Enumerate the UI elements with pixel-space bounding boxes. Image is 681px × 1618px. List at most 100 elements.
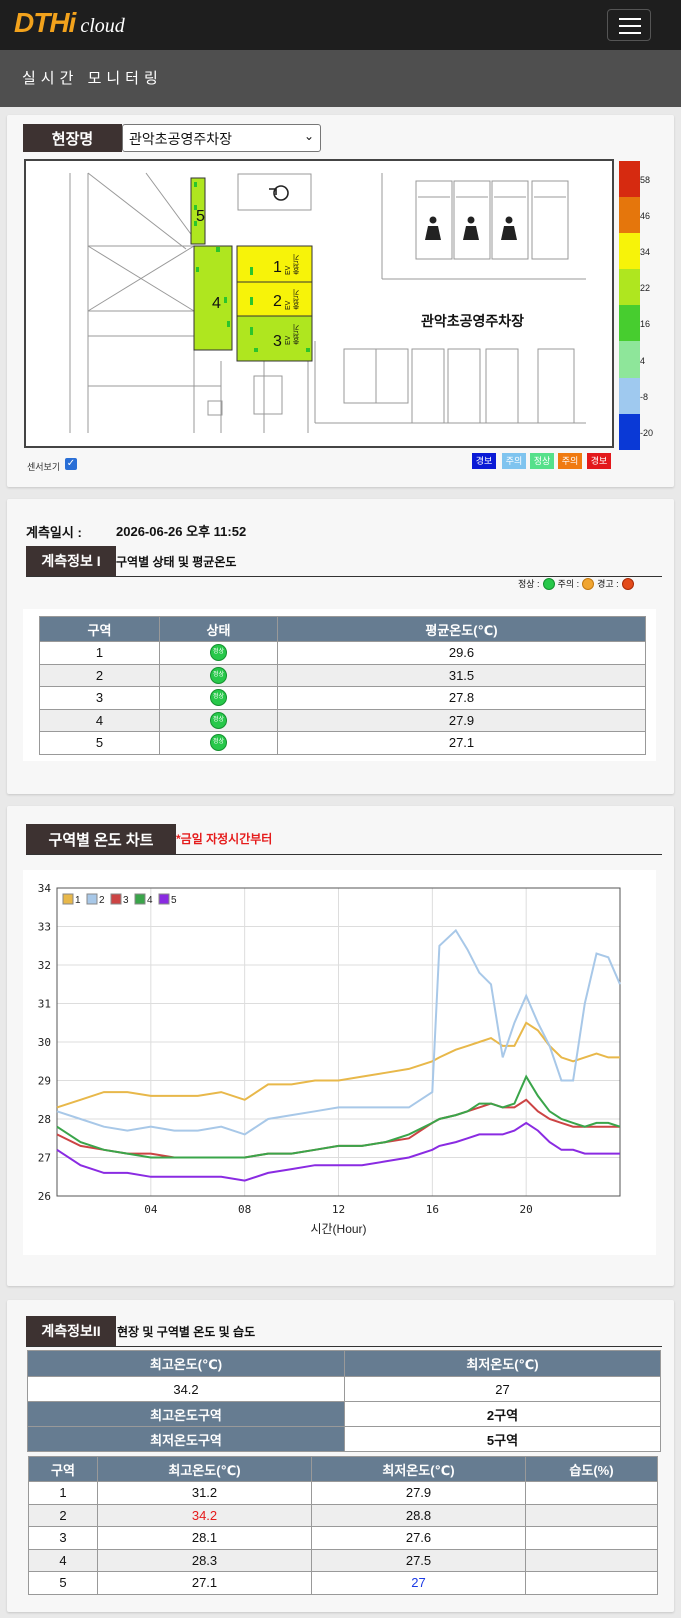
y-tick-label: 28	[38, 1113, 51, 1126]
site-label: 현장명	[23, 124, 122, 152]
scale-label: 16	[640, 319, 651, 329]
legend-label-1: 1	[75, 895, 81, 906]
normal-status-icon	[542, 577, 555, 590]
page-title: 실시간 모니터링	[22, 70, 163, 87]
scale-label: 46	[640, 211, 651, 221]
y-tick-label: 32	[38, 959, 51, 972]
legend-label-5: 5	[171, 895, 177, 906]
ev-charger-label-3: EV 충전기	[285, 324, 300, 345]
hamburger-icon	[619, 18, 641, 20]
info1-section-title: 구역별 상태 및 평균온도	[116, 555, 237, 569]
restroom-icons	[425, 216, 517, 240]
chart-section-label: 구역별 온도 차트	[26, 824, 176, 854]
column-header: 구역	[28, 1456, 98, 1482]
legend-label-4: 4	[147, 895, 153, 906]
normal-status-icon: 정상	[210, 666, 227, 684]
page-header: 실시간 모니터링	[0, 50, 681, 107]
legend-caution-high: 주의	[558, 453, 582, 469]
sensor-toggle-checkbox[interactable]: ✓	[65, 458, 77, 470]
table-row: 1 31.2 27.9	[28, 1481, 658, 1505]
min-temp-value: 27	[344, 1376, 661, 1402]
column-header: 상태	[159, 616, 278, 642]
normal-status-icon: 정상	[210, 644, 227, 662]
y-tick-label: 30	[38, 1036, 51, 1049]
scale-label: 22	[640, 283, 651, 293]
timestamp-value: 2026-06-26 오후 11:52	[116, 524, 247, 539]
x-axis-label: 시간(Hour)	[310, 1222, 366, 1236]
legend-normal: 정상	[530, 453, 554, 469]
legend-alarm-high: 경보	[587, 453, 611, 469]
legend-alarm-low: 경보	[472, 453, 496, 469]
info2-section-label: 계측정보II	[26, 1316, 116, 1346]
table-row: 4 28.3 27.5	[28, 1548, 658, 1572]
normal-status-icon: 정상	[210, 689, 227, 707]
legend-caution-low: 주의	[502, 453, 526, 469]
y-tick-label: 33	[38, 921, 51, 934]
temperature-scale	[619, 161, 640, 450]
sensor-toggle-label: 센서보기	[27, 462, 61, 472]
ev-charger-label-1: EV 충전기	[285, 254, 300, 275]
legend-swatch-5	[158, 893, 170, 905]
zone-temp-humidity-table: 구역 최고온도(℃) 최저온도(℃) 습도(%) 1 31.2 27.9 2 34.2…	[28, 1456, 658, 1595]
info2-section-title: 현장 및 구역별 온도 및 습도	[117, 1325, 256, 1339]
x-tick-label: 04	[144, 1203, 158, 1216]
chart-note: *금일 자정시간부터	[176, 832, 273, 846]
scale-label: -8	[640, 392, 649, 402]
column-header: 습도(%)	[525, 1456, 658, 1482]
legend-swatch-2	[86, 893, 98, 905]
zone-5-label: 5	[196, 208, 205, 225]
min-zone-value: 5구역	[344, 1426, 661, 1452]
column-header: 최고온도(℃)	[97, 1456, 312, 1482]
table-row: 2 정상 31.5	[39, 663, 646, 687]
zone-2-label: 2	[273, 293, 282, 310]
legend-swatch-1	[62, 893, 74, 905]
x-tick-label: 16	[426, 1203, 439, 1216]
legend-label-3: 3	[123, 895, 129, 906]
chart-panel: 26 27 28 29 30 31 32 33 34 04 08 12 16 20 1 2 3 4 5 시간(Hour…	[23, 870, 656, 1255]
zone-3-label: 3	[273, 333, 282, 350]
legend-swatch-3	[110, 893, 122, 905]
site-summary-table: 최고온도(℃) 최저온도(℃) 34.2 27 최고온도구역 2구역 최저온도구…	[27, 1350, 661, 1452]
app-logo[interactable]: DTHi cloud	[14, 7, 125, 39]
temperature-line-chart: 26272829303132333404 08 12 16 201 2 3 4 5시간(Hour…	[38, 882, 621, 1236]
x-tick-label: 12	[332, 1203, 345, 1216]
table-row: 5 27.1 27	[28, 1571, 658, 1595]
scale-label: 34	[640, 247, 651, 257]
zone-status-table: 구역 상태 평균온도(℃) 1 정상 29.6 2 정상 31.5 3 정상 27.8 4정…	[39, 616, 646, 755]
table-row: 4 정상 27.9	[39, 708, 646, 732]
timestamp-label: 계측일시 :	[26, 525, 82, 540]
map-title: 관악초공영주차장	[421, 313, 525, 329]
y-tick-label: 29	[38, 1075, 51, 1088]
max-zone-header: 최고온도구역	[27, 1401, 345, 1427]
x-tick-label: 08	[238, 1203, 251, 1216]
scale-label: -20	[640, 428, 654, 438]
site-map: 1 2 3 4 5 EV 충전기 EV 충전기 EV 충전기 관악초공영주차장	[24, 159, 614, 448]
column-header: 구역	[39, 616, 160, 642]
table-row: 2 34.2 28.8	[28, 1503, 658, 1527]
table-row: 5 정상 27.1	[39, 731, 646, 755]
site-map-drawing	[69, 172, 586, 433]
normal-status-icon: 정상	[210, 711, 227, 729]
column-header: 최저온도(℃)	[311, 1456, 526, 1482]
warning-status-icon	[621, 577, 634, 590]
max-temp-header: 최고온도(℃)	[27, 1350, 345, 1377]
hamburger-menu-button[interactable]	[607, 9, 651, 41]
chevron-down-icon: ⌄	[303, 129, 314, 143]
ev-charger-label-2: EV 충전기	[285, 289, 300, 310]
status-legend: 정상 : 주의 : 경고 :	[518, 577, 634, 590]
y-tick-label: 31	[38, 998, 51, 1011]
site-select[interactable]: 관악초공영주차장 ⌄	[122, 124, 321, 152]
legend-swatch-4	[134, 893, 146, 905]
caution-status-icon	[582, 577, 595, 590]
y-tick-label: 26	[38, 1190, 51, 1203]
scale-label: 4	[640, 356, 646, 366]
zone-4-label: 4	[212, 295, 221, 312]
max-zone-value: 2구역	[344, 1401, 661, 1427]
x-tick-label: 20	[520, 1203, 533, 1216]
table-row: 3 정상 27.8	[39, 686, 646, 710]
min-zone-header: 최저온도구역	[27, 1426, 345, 1452]
zone-1-label: 1	[273, 259, 282, 276]
table-row: 3 28.1 27.6	[28, 1526, 658, 1550]
wheelchair-icon	[269, 185, 289, 201]
normal-status-icon: 정상	[210, 734, 227, 752]
